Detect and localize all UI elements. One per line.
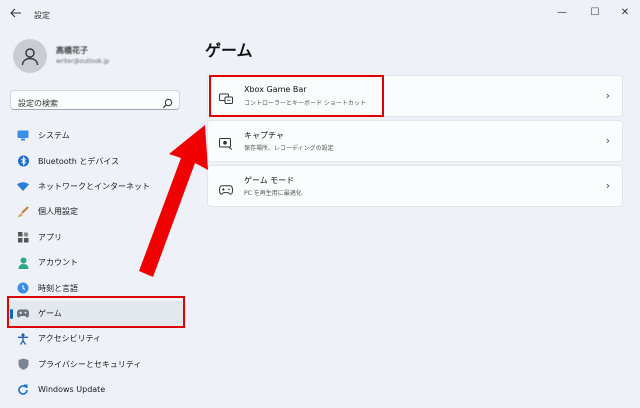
maximize-button[interactable]: ☐ bbox=[586, 5, 604, 21]
person-icon bbox=[17, 257, 29, 269]
chevron-right-icon: › bbox=[605, 179, 610, 192]
game-mode-icon bbox=[218, 180, 234, 199]
chevron-right-icon: › bbox=[605, 89, 610, 102]
card-title: ゲーム モード bbox=[244, 176, 295, 185]
person-icon bbox=[21, 48, 39, 66]
card-title: キャプチャ bbox=[244, 131, 284, 140]
chevron-right-icon: › bbox=[605, 134, 610, 147]
highlight-box-gaming bbox=[7, 296, 185, 328]
close-button[interactable]: ✕ bbox=[616, 5, 634, 21]
highlight-box-xbox-game-bar bbox=[209, 75, 384, 117]
title-bar: 設定 — ☐ ✕ bbox=[0, 0, 640, 30]
apps-icon bbox=[17, 231, 29, 243]
bluetooth-icon bbox=[17, 155, 29, 167]
page-title: ゲーム bbox=[205, 41, 253, 60]
sidebar-item-accessibility[interactable]: アクセシビリティ bbox=[8, 326, 186, 351]
search-box[interactable] bbox=[10, 90, 180, 113]
sidebar-item-system[interactable]: システム bbox=[8, 123, 186, 148]
accessibility-icon bbox=[17, 333, 29, 345]
user-email: writer@outlook.jp bbox=[56, 58, 110, 65]
sidebar-nav: システム Bluetooth とデバイス ネットワークとインターネット 個人用設… bbox=[8, 123, 186, 402]
card-game-mode[interactable]: ゲーム モード PC を再生用に最適化 › bbox=[207, 165, 623, 207]
app-title: 設定 bbox=[34, 11, 50, 20]
sidebar-item-bluetooth[interactable]: Bluetooth とデバイス bbox=[8, 148, 186, 173]
card-capture[interactable]: キャプチャ 保存場所、レコーディングの設定 › bbox=[207, 120, 623, 162]
search-icon[interactable] bbox=[162, 94, 173, 113]
capture-icon bbox=[219, 135, 233, 154]
update-icon bbox=[17, 384, 29, 396]
back-button[interactable] bbox=[10, 7, 22, 21]
user-name: 高橋花子 bbox=[56, 46, 88, 55]
brush-icon bbox=[17, 206, 29, 218]
wifi-icon bbox=[17, 180, 29, 192]
sidebar-item-network[interactable]: ネットワークとインターネット bbox=[8, 174, 186, 199]
card-subtitle: 保存場所、レコーディングの設定 bbox=[244, 145, 334, 152]
search-input[interactable] bbox=[11, 94, 158, 113]
minimize-button[interactable]: — bbox=[553, 5, 571, 21]
shield-icon bbox=[17, 358, 29, 371]
globe-clock-icon bbox=[17, 282, 29, 294]
card-subtitle: PC を再生用に最適化 bbox=[244, 190, 302, 197]
sidebar-item-apps[interactable]: アプリ bbox=[8, 225, 186, 250]
sidebar-item-windows-update[interactable]: Windows Update bbox=[8, 377, 186, 402]
avatar[interactable] bbox=[13, 39, 47, 73]
sidebar-item-accounts[interactable]: アカウント bbox=[8, 250, 186, 275]
monitor-icon bbox=[17, 130, 29, 142]
sidebar-item-privacy[interactable]: プライバシーとセキュリティ bbox=[8, 352, 186, 377]
sidebar-item-personalization[interactable]: 個人用設定 bbox=[8, 199, 186, 224]
arrow-left-icon bbox=[10, 8, 21, 18]
